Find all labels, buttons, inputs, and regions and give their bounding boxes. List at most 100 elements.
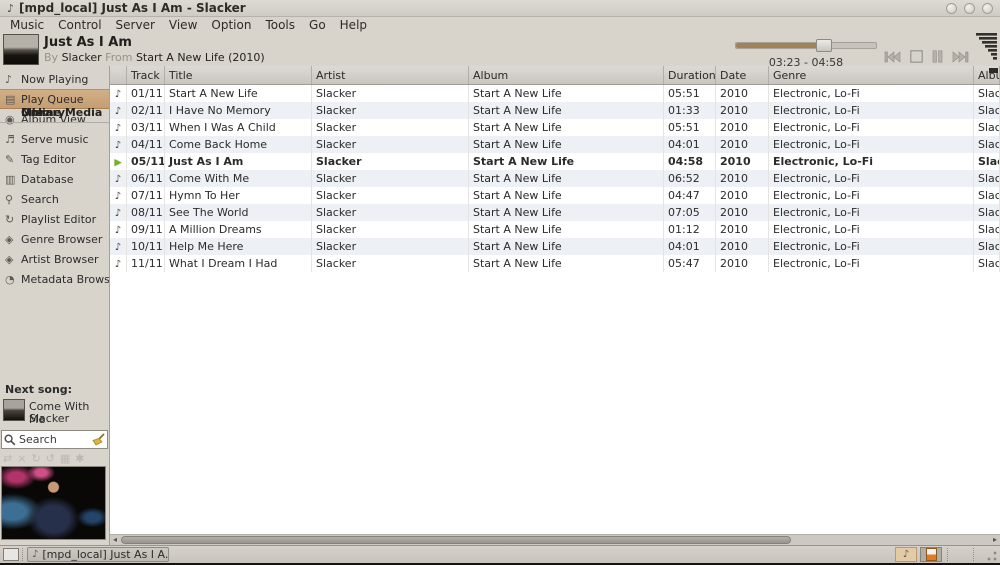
menu-view[interactable]: View (162, 18, 204, 32)
menu-server[interactable]: Server (109, 18, 162, 32)
app-icon: ♪ (7, 2, 14, 15)
table-row[interactable]: ♪▶ 02/11 I Have No Memory Slacker Start … (110, 102, 1000, 119)
menu-option[interactable]: Option (204, 18, 258, 32)
table-row[interactable]: ♪▶ 06/11 Come With Me Slacker Start A Ne… (110, 170, 1000, 187)
cell-album: Start A New Life (469, 153, 664, 170)
cell-date: 2010 (716, 238, 769, 255)
search-box (1, 430, 108, 449)
toolbar-icon-crossfade[interactable]: ↺ (46, 452, 55, 465)
column-header-date[interactable]: Date (716, 66, 769, 84)
cell-album-artist: Slacker (974, 238, 1000, 255)
column-header-album[interactable]: Album (469, 66, 664, 84)
cell-album-artist: Slacker (974, 153, 1000, 170)
cell-duration: 04:58 (664, 153, 716, 170)
menubar: MusicControlServerViewOptionToolsGoHelp (0, 17, 1000, 33)
document-icon (926, 548, 937, 561)
sidebar-item-serve-music[interactable]: ♬ Serve music (0, 129, 109, 149)
cell-duration: 05:51 (664, 85, 716, 102)
horizontal-scrollbar[interactable]: ◂ ▸ (110, 534, 1000, 545)
column-header-duration[interactable]: Duration (664, 66, 716, 84)
show-desktop-button[interactable] (3, 548, 19, 561)
sidebar-item-icon: ◈ (5, 233, 21, 246)
transport: 03:23 - 04:58 (735, 36, 877, 69)
maximize-button[interactable] (964, 3, 975, 14)
sidebar-item-database[interactable]: ▥ Database (0, 169, 109, 189)
cell-album: Start A New Life (469, 187, 664, 204)
table-row[interactable]: ♪▶ 08/11 See The World Slacker Start A N… (110, 204, 1000, 221)
sidebar-item-now-playing[interactable]: ♪ Now Playing (0, 69, 109, 89)
table-row[interactable]: ♪▶ 07/11 Hymn To Her Slacker Start A New… (110, 187, 1000, 204)
cell-track: 04/11 (127, 136, 165, 153)
column-header-artist[interactable]: Artist (312, 66, 469, 84)
menu-control[interactable]: Control (51, 18, 108, 32)
sidebar-item-playlist-editor[interactable]: ↻ Playlist Editor (0, 209, 109, 229)
scroll-right-arrow[interactable]: ▸ (990, 535, 1000, 545)
cell-genre: Electronic, Lo-Fi (769, 102, 974, 119)
table-row[interactable]: ♪▶ 11/11 What I Dream I Had Slacker Star… (110, 255, 1000, 272)
taskbar-window-label: [mpd_local] Just As I A... (42, 548, 169, 561)
cell-duration: 01:33 (664, 102, 716, 119)
menu-help[interactable]: Help (333, 18, 374, 32)
music-note-icon: ♪ (115, 259, 121, 270)
main-area: ♪ Now Playing ▤ Play Queue ◉ Album View … (0, 66, 1000, 545)
cell-track: 01/11 (127, 85, 165, 102)
cell-genre: Electronic, Lo-Fi (769, 238, 974, 255)
sidebar-item-metadata-browser[interactable]: ◔ Metadata Browser (0, 269, 109, 289)
sidebar-item-tag-editor[interactable]: ✎ Tag Editor (0, 149, 109, 169)
column-header-genre[interactable]: Genre (769, 66, 974, 84)
sidebar-item-icon: ◔ (5, 273, 21, 286)
music-note-icon: ♪ (115, 140, 121, 151)
cell-album: Start A New Life (469, 119, 664, 136)
toolbar-icon-preferences[interactable]: ✱ (75, 452, 84, 465)
cell-title: A Million Dreams (165, 221, 312, 238)
tray-notification-icon[interactable] (920, 547, 942, 562)
minimize-button[interactable] (946, 3, 957, 14)
column-header-track[interactable]: Track (127, 66, 165, 84)
window-controls (946, 3, 993, 14)
menu-go[interactable]: Go (302, 18, 333, 32)
table-row[interactable]: ♪▶ 01/11 Start A New Life Slacker Start … (110, 85, 1000, 102)
menu-tools[interactable]: Tools (258, 18, 302, 32)
cell-genre: Electronic, Lo-Fi (769, 221, 974, 238)
clear-broom-icon[interactable] (92, 433, 105, 446)
sidebar-item-search[interactable]: ⚲ Search (0, 189, 109, 209)
stop-button[interactable] (910, 50, 923, 63)
toolbar-icon-shuffle[interactable]: × (17, 452, 26, 465)
next-button[interactable] (952, 51, 969, 63)
table-row[interactable]: ♪▶ 10/11 Help Me Here Slacker Start A Ne… (110, 238, 1000, 255)
search-input[interactable] (16, 433, 92, 446)
sidebar-item-misc[interactable]: Misc. (0, 102, 109, 123)
menu-music[interactable]: Music (3, 18, 51, 32)
row-status: ♪▶ (110, 85, 127, 102)
cell-track: 11/11 (127, 255, 165, 272)
resize-grip[interactable] (986, 550, 998, 562)
previous-button[interactable] (884, 51, 901, 63)
slider-handle[interactable] (816, 39, 832, 52)
next-song-art (3, 399, 25, 421)
sidebar-item-artist-browser[interactable]: ◈ Artist Browser (0, 249, 109, 269)
cell-date: 2010 (716, 102, 769, 119)
volume-button[interactable] (974, 31, 998, 61)
tray-player-icon[interactable]: ♪ (895, 547, 917, 562)
table-row[interactable]: ♪▶ 04/11 Come Back Home Slacker Start A … (110, 136, 1000, 153)
sidebar-item-label: Metadata Browser (21, 273, 110, 286)
scroll-left-arrow[interactable]: ◂ (110, 535, 120, 545)
table-row[interactable]: ♪▶ 03/11 When I Was A Child Slacker Star… (110, 119, 1000, 136)
column-header-title[interactable]: Title (165, 66, 312, 84)
close-button[interactable] (982, 3, 993, 14)
sidebar-item-genre-browser[interactable]: ◈ Genre Browser (0, 229, 109, 249)
scrollbar-thumb[interactable] (121, 536, 791, 544)
toolbar-icon-update[interactable]: ↻ (31, 452, 40, 465)
seek-slider[interactable] (735, 42, 877, 49)
cell-artist: Slacker (312, 170, 469, 187)
column-header-icon[interactable] (110, 66, 127, 84)
cell-date: 2010 (716, 136, 769, 153)
cell-track: 08/11 (127, 204, 165, 221)
cell-artist: Slacker (312, 255, 469, 272)
pause-button[interactable] (932, 50, 943, 63)
taskbar-window-button[interactable]: ♪ [mpd_local] Just As I A... (27, 547, 169, 562)
table-row[interactable]: ♪▶ 05/11 Just As I Am Slacker Start A Ne… (110, 153, 1000, 170)
toolbar-icon-repeat[interactable]: ⇄ (3, 452, 12, 465)
table-row[interactable]: ♪▶ 09/11 A Million Dreams Slacker Start … (110, 221, 1000, 238)
toolbar-icon-outputs[interactable]: ▦ (60, 452, 70, 465)
